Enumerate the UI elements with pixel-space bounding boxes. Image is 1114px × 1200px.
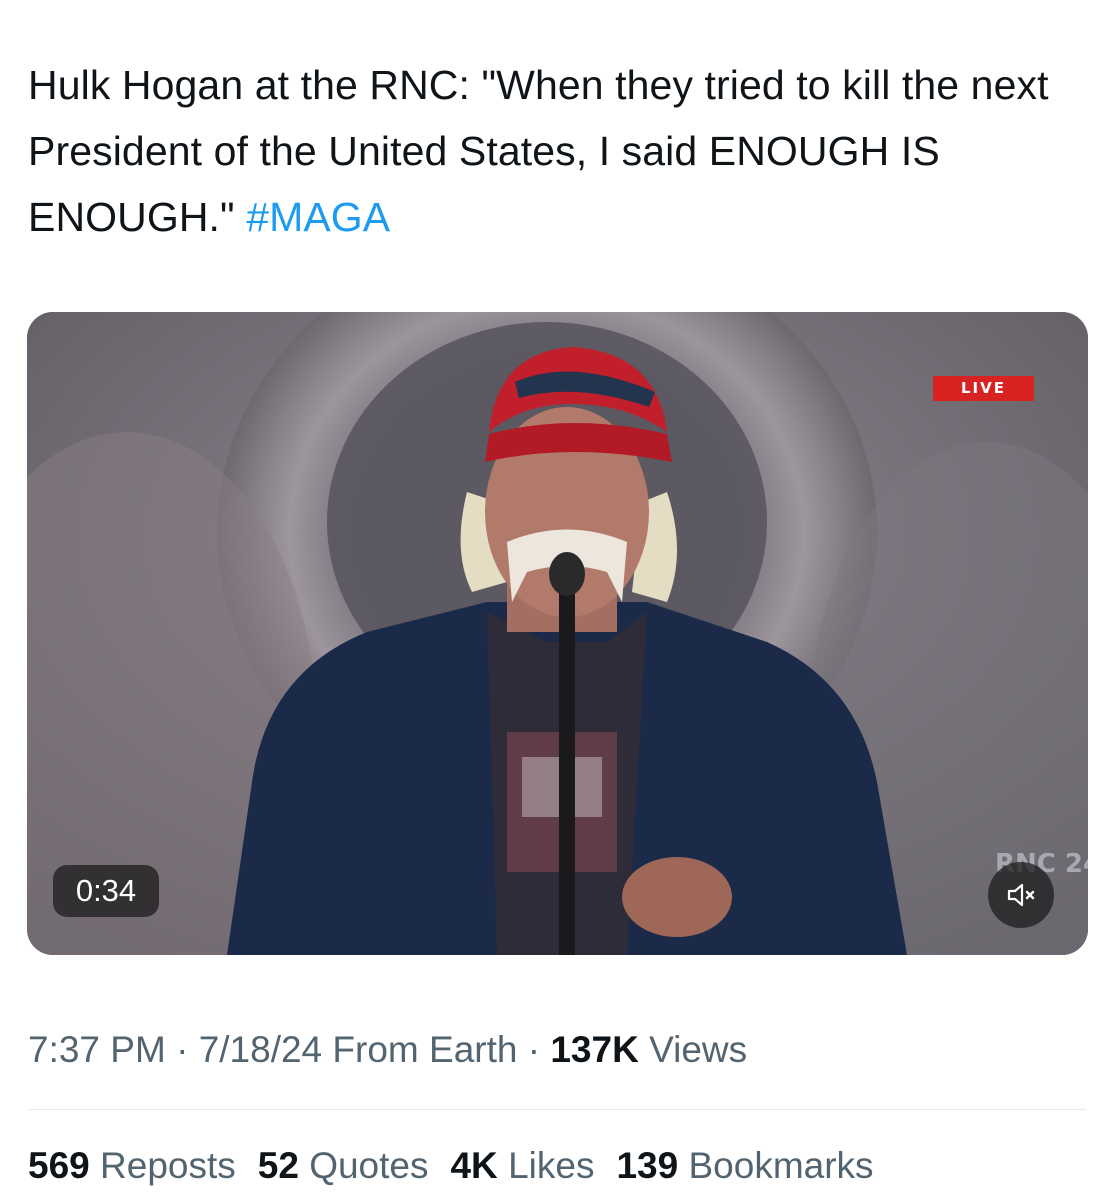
divider	[28, 1109, 1086, 1110]
quotes-stat[interactable]: 52 Quotes	[258, 1140, 429, 1192]
reposts-stat[interactable]: 569 Reposts	[28, 1140, 236, 1192]
bookmarks-count: 139	[616, 1145, 679, 1186]
video-duration: 0:34	[53, 865, 159, 917]
reposts-label: Reposts	[100, 1145, 236, 1186]
likes-count: 4K	[450, 1145, 498, 1186]
mute-button[interactable]	[988, 862, 1054, 928]
hashtag-link[interactable]: #MAGA	[246, 194, 390, 240]
bookmarks-stat[interactable]: 139 Bookmarks	[616, 1140, 873, 1192]
live-badge: LIVE	[933, 376, 1034, 401]
tweet-text: Hulk Hogan at the RNC: "When they tried …	[28, 52, 1088, 250]
speaker-muted-icon	[1007, 883, 1035, 907]
likes-stat[interactable]: 4K Likes	[450, 1140, 594, 1192]
tweet-time[interactable]: 7:37 PM	[28, 1029, 166, 1070]
bookmarks-label: Bookmarks	[688, 1145, 874, 1186]
quotes-label: Quotes	[309, 1145, 429, 1186]
tweet-body: Hulk Hogan at the RNC: "When they tried …	[28, 62, 1049, 240]
meta-separator: ·	[165, 1029, 199, 1070]
tweet-date[interactable]: 7/18/24	[199, 1029, 322, 1070]
engagement-stats: 569 Reposts 52 Quotes 4K Likes 139 Bookmark…	[28, 1140, 896, 1192]
meta-separator-2: ·	[517, 1029, 551, 1070]
tweet-source: From Earth	[332, 1029, 518, 1070]
views-count: 137K	[550, 1029, 639, 1070]
video-player[interactable]: RNC 24 LIVE 0:34	[27, 312, 1088, 955]
quotes-count: 52	[257, 1145, 299, 1186]
likes-label: Likes	[508, 1145, 595, 1186]
tweet-meta: 7:37 PM · 7/18/24 From Earth · 137K View…	[28, 1024, 747, 1076]
views-label: Views	[649, 1029, 748, 1070]
video-frame: RNC 24	[27, 312, 1088, 955]
reposts-count: 569	[28, 1145, 90, 1186]
